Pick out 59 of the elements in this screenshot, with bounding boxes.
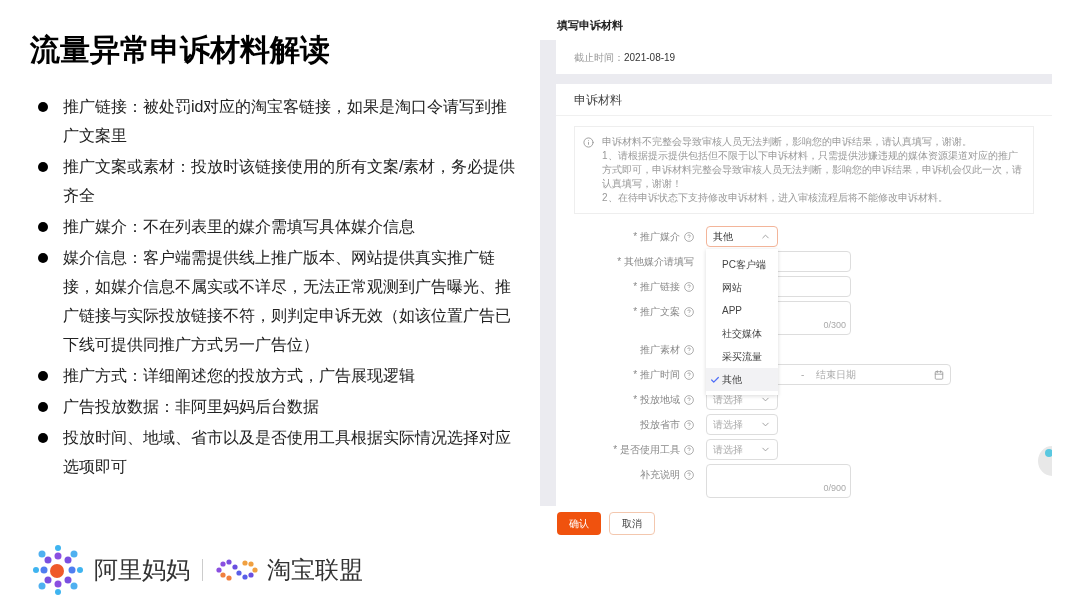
select-field[interactable]: 其他 [706,226,778,247]
deadline-label: 截止时间： [574,50,624,65]
field-label: * 推广文案 [633,305,680,319]
help-icon[interactable] [684,306,694,317]
field-label: * 推广链接 [633,280,680,294]
field-label: 推广素材 [640,343,680,357]
cancel-button[interactable]: 取消 [609,512,655,535]
bullet-text: 推广媒介：不在列表里的媒介需填写具体媒介信息 [63,217,416,237]
confirm-button[interactable]: 确认 [557,512,601,535]
help-icon[interactable] [684,344,694,355]
bullet-text: 推广链接：被处罚id对应的淘宝客链接，如果是淘口令请写到推广文案里 [63,97,509,146]
help-icon[interactable] [684,369,694,380]
floating-assistant-icon[interactable] [1038,446,1052,476]
deadline-value: 2021-08-19 [624,50,676,65]
field-label: 补充说明 [640,468,680,482]
bullet-icon [38,371,48,381]
help-icon[interactable] [684,231,694,242]
field-label: * 投放地域 [633,393,680,407]
field-label: * 是否使用工具 [613,443,680,457]
end-date-placeholder: 结束日期 [816,368,857,382]
bullet-text: 投放时间、地域、省市以及是否使用工具根据实际情况选择对应选项即可 [63,428,512,477]
range-separator: - [801,368,805,382]
character-counter: 0/900 [823,481,846,495]
info-icon [583,137,594,148]
bullet-text: 推广方式：详细阐述您的投放方式，广告展现逻辑 [63,366,416,386]
bullet-icon [38,222,48,232]
help-icon[interactable] [684,444,694,455]
bullet-icon [38,102,48,112]
help-icon[interactable] [684,281,694,292]
bullet-text: 媒介信息：客户端需提供线上推广版本、网站提供真实推广链接，如媒介信息不属实或不详尽，无法正常观测到广告曝光、推广链接与实际投放链接不符，则判定申诉无效（如该位置广告已下线可提供同推广方式另一广告位） [63,248,512,355]
field-label: * 推广时间 [633,368,680,382]
notice-text: 申诉材料不完整会导致审核人员无法判断，影响您的申诉结果，请认真填写，谢谢。 [602,135,973,149]
slide-title: 流量异常申诉材料解读 [30,32,331,68]
help-icon[interactable] [684,419,694,430]
field-label: * 推广媒介 [633,230,680,244]
sparkle-logo-icon [30,542,86,598]
page-title: 填写申诉材料 [556,17,624,33]
help-icon[interactable] [684,469,694,480]
section-title: 申诉材料 [556,84,1052,116]
check-icon [710,374,720,385]
bullet-icon [38,253,48,263]
brand-name: 阿里妈妈 [94,555,190,585]
field-label: * 其他媒介请填写 [617,255,694,269]
dropdown-option[interactable]: PC客户端 [706,253,778,276]
bullet-text: 推广文案或素材：投放时该链接使用的所有文案/素材，务必提供齐全 [63,157,517,206]
bullet-text: 广告投放数据：非阿里妈妈后台数据 [63,397,320,417]
bullet-icon [38,162,48,172]
calendar-icon [934,369,944,380]
notice-text: 2、在待申诉状态下支持修改申诉材料，进入审核流程后将不能修改申诉材料。 [602,191,949,205]
character-counter: 0/300 [823,318,846,332]
dots-loop-logo-icon [215,558,259,582]
dropdown-option[interactable]: 网站 [706,276,778,299]
bullet-icon [38,402,48,412]
dropdown-option[interactable]: APP [706,299,778,322]
dropdown-option[interactable]: 其他 [706,368,778,391]
bullet-icon [38,433,48,443]
help-icon[interactable] [684,394,694,405]
field-label: 投放省市 [640,418,680,432]
brand-name: 淘宝联盟 [267,555,363,585]
